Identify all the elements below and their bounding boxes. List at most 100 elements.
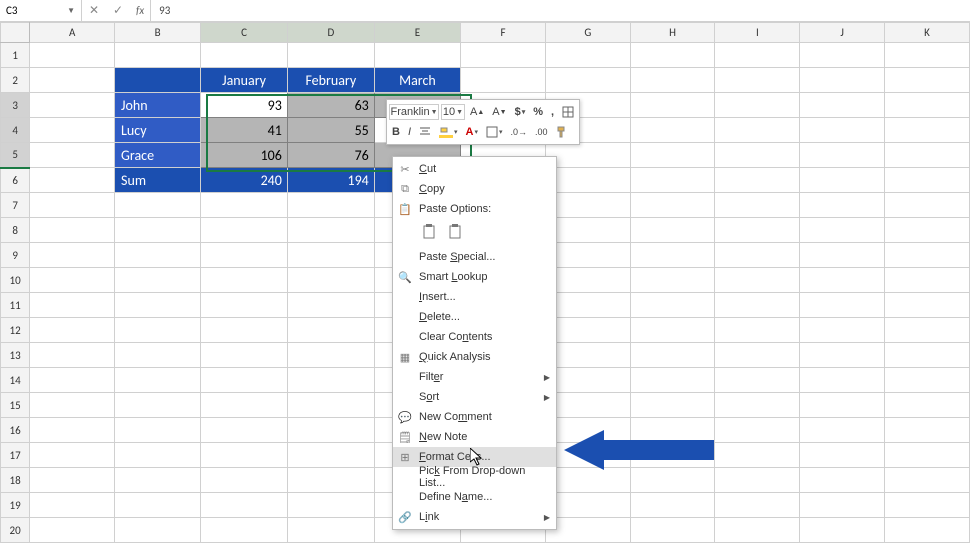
col-header[interactable]: E <box>374 23 460 43</box>
font-color-icon[interactable]: A▾ <box>463 125 481 139</box>
data-cell[interactable]: 93 <box>201 93 288 118</box>
row-header[interactable]: 7 <box>1 193 30 218</box>
row-header[interactable]: 17 <box>1 443 30 468</box>
ctx-filter[interactable]: Filter▶ <box>393 367 556 387</box>
increase-font-icon[interactable]: A▲ <box>467 105 487 119</box>
grid-cell[interactable] <box>374 43 460 68</box>
grid-cell[interactable] <box>885 43 970 68</box>
borders-dropdown-icon[interactable]: ▾ <box>483 125 506 139</box>
ctx-quick-analysis[interactable]: ▦Quick Analysis <box>393 347 556 367</box>
ctx-link[interactable]: 🔗Link▶ <box>393 507 556 527</box>
name-box[interactable]: C3 ▼ <box>0 0 82 21</box>
col-header[interactable]: A <box>30 23 115 43</box>
table-header[interactable]: January <box>201 68 288 93</box>
format-painter-icon[interactable] <box>553 125 571 139</box>
ctx-sort[interactable]: Sort▶ <box>393 387 556 407</box>
col-header[interactable]: I <box>715 23 800 43</box>
ctx-insert[interactable]: Insert... <box>393 287 556 307</box>
enter-icon[interactable]: ✓ <box>106 3 130 18</box>
align-center-icon[interactable] <box>416 126 434 138</box>
grid-cell[interactable] <box>461 43 546 68</box>
grid-cell[interactable] <box>630 43 715 68</box>
row-header[interactable]: 16 <box>1 418 30 443</box>
grid-cell[interactable] <box>115 43 201 68</box>
grid-cell[interactable] <box>287 43 374 68</box>
row-header[interactable]: 9 <box>1 243 30 268</box>
row-header[interactable]: 11 <box>1 293 30 318</box>
row-header[interactable]: 3 <box>1 93 30 118</box>
grid-cell[interactable] <box>715 43 800 68</box>
ctx-cut[interactable]: ✂Cut <box>393 159 556 179</box>
cancel-icon[interactable]: ✕ <box>82 3 106 18</box>
paste-default-icon[interactable] <box>419 221 441 243</box>
font-name-combo[interactable]: Franklin▼ <box>389 104 439 120</box>
row-header[interactable]: 10 <box>1 268 30 293</box>
row-header[interactable]: 6 <box>1 168 30 193</box>
sum-cell[interactable]: 194 <box>287 168 374 193</box>
accounting-format-button[interactable]: $▾ <box>512 105 529 119</box>
row-header[interactable]: 1 <box>1 43 30 68</box>
decrease-decimal-icon[interactable]: .00 <box>532 126 551 138</box>
decrease-font-icon[interactable]: A▼ <box>489 105 509 119</box>
row-header[interactable]: 13 <box>1 343 30 368</box>
grid-cell[interactable] <box>201 43 288 68</box>
col-header[interactable]: F <box>461 23 546 43</box>
col-header[interactable]: J <box>800 23 885 43</box>
row-header[interactable]: 12 <box>1 318 30 343</box>
col-header[interactable]: K <box>885 23 970 43</box>
grid-cell[interactable] <box>545 43 630 68</box>
borders-icon[interactable] <box>559 105 577 119</box>
row-header[interactable]: 4 <box>1 118 30 143</box>
table-header[interactable]: March <box>374 68 460 93</box>
row-header[interactable]: 8 <box>1 218 30 243</box>
fx-icon[interactable]: fx <box>130 4 150 17</box>
data-cell[interactable]: 63 <box>287 93 374 118</box>
col-header[interactable]: H <box>630 23 715 43</box>
data-cell[interactable]: 76 <box>287 143 374 168</box>
sum-cell[interactable]: 240 <box>201 168 288 193</box>
grid-cell[interactable] <box>30 43 115 68</box>
ctx-format-cells[interactable]: ⊞Format Cells... <box>393 447 556 467</box>
row-header[interactable]: 14 <box>1 368 30 393</box>
row-header[interactable]: 19 <box>1 493 30 518</box>
increase-decimal-icon[interactable]: .0→ <box>508 126 531 138</box>
fill-color-icon[interactable]: ▾ <box>436 125 461 139</box>
ctx-new-note[interactable]: 🗒New Note <box>393 427 556 447</box>
row-header[interactable]: 5 <box>1 143 30 168</box>
font-size-combo[interactable]: 10▼ <box>441 104 465 120</box>
ctx-delete[interactable]: Delete... <box>393 307 556 327</box>
col-header[interactable]: B <box>115 23 201 43</box>
ctx-define-name[interactable]: Define Name... <box>393 487 556 507</box>
table-corner[interactable] <box>115 68 201 93</box>
table-header[interactable]: February <box>287 68 374 93</box>
data-cell[interactable]: 106 <box>201 143 288 168</box>
data-cell[interactable]: 41 <box>201 118 288 143</box>
row-name[interactable]: Grace <box>115 143 201 168</box>
col-header[interactable]: D <box>287 23 374 43</box>
chevron-down-icon[interactable]: ▼ <box>67 6 75 16</box>
grid-cell[interactable] <box>800 43 885 68</box>
ctx-paste-special[interactable]: Paste Special... <box>393 247 556 267</box>
data-cell[interactable]: 55 <box>287 118 374 143</box>
row-header[interactable]: 2 <box>1 68 30 93</box>
row-name[interactable]: John <box>115 93 201 118</box>
row-name[interactable]: Lucy <box>115 118 201 143</box>
row-header[interactable]: 15 <box>1 393 30 418</box>
paste-values-icon[interactable] <box>445 221 467 243</box>
ctx-smart-lookup[interactable]: 🔍Smart Lookup <box>393 267 556 287</box>
bold-button[interactable]: B <box>389 125 403 139</box>
italic-button[interactable]: I <box>405 125 414 139</box>
select-all-corner[interactable] <box>1 23 30 43</box>
ctx-pick-dropdown[interactable]: Pick From Drop-down List... <box>393 467 556 487</box>
col-header[interactable]: G <box>545 23 630 43</box>
row-header[interactable]: 18 <box>1 468 30 493</box>
comma-format-button[interactable]: , <box>548 105 557 119</box>
formula-bar[interactable]: 93 <box>151 0 970 21</box>
ctx-new-comment[interactable]: 💬New Comment <box>393 407 556 427</box>
ctx-copy[interactable]: ⧉Copy <box>393 179 556 199</box>
percent-format-button[interactable]: % <box>530 105 546 119</box>
row-header[interactable]: 20 <box>1 518 30 543</box>
ctx-clear-contents[interactable]: Clear Contents <box>393 327 556 347</box>
sum-label[interactable]: Sum <box>115 168 201 193</box>
col-header[interactable]: C <box>201 23 288 43</box>
